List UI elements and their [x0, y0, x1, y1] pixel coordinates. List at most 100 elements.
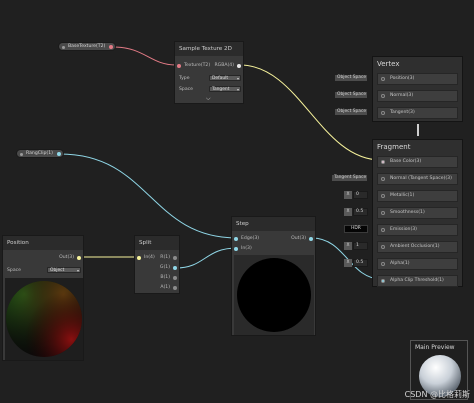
- fragment-title: Fragment: [377, 143, 411, 151]
- fragment-clip-row[interactable]: Alpha Clip Threshold(1): [377, 275, 458, 287]
- basecolor-port[interactable]: [381, 160, 385, 164]
- fragment-basecolor-row[interactable]: Base Color(3): [377, 156, 458, 168]
- smoothness-value[interactable]: 0.5: [353, 208, 368, 216]
- fragment-metallic-row[interactable]: Metallic(1): [377, 190, 458, 202]
- position-node[interactable]: Position Out(3) Space Object: [2, 235, 84, 361]
- split-b-port[interactable]: [173, 276, 177, 280]
- fragment-alpha-row[interactable]: Alpha(1): [377, 258, 458, 270]
- vertex-block[interactable]: Vertex Position(3) Normal(3) Tangent(3): [372, 56, 463, 122]
- wire-split-to-step: [175, 247, 238, 269]
- split-output-b: B(1): [160, 275, 170, 280]
- metallic-field[interactable]: X 0: [344, 191, 368, 199]
- clip-port[interactable]: [381, 279, 385, 283]
- split-input-label: In(4): [144, 255, 155, 260]
- clip-label: Alpha Clip Threshold(1): [390, 278, 444, 283]
- ao-port[interactable]: [381, 245, 385, 249]
- rgba-out-port[interactable]: [237, 64, 241, 68]
- ao-field[interactable]: X 1: [344, 242, 368, 250]
- sample-texture-title: Sample Texture 2D: [175, 42, 243, 56]
- base-texture-label: BaseTexture(T2): [68, 44, 106, 49]
- range-clip-out-port[interactable]: [57, 151, 61, 156]
- split-r-port[interactable]: [173, 256, 177, 260]
- metallic-value[interactable]: 0: [353, 191, 368, 199]
- smoothness-port[interactable]: [381, 211, 385, 215]
- smoothness-x-label: X: [344, 208, 352, 216]
- vertex-tangent-row[interactable]: Tangent(3): [377, 107, 458, 119]
- ao-x-label: X: [344, 242, 352, 250]
- step-edge-label: Edge(3): [241, 236, 260, 241]
- vertex-position-row[interactable]: Position(3): [377, 73, 458, 85]
- emission-hdr-swatch[interactable]: HDR: [344, 225, 368, 233]
- main-preview-title: Main Preview: [415, 344, 455, 351]
- vertex-tangent-space[interactable]: Object Space: [334, 108, 368, 116]
- wire-rangclip-to-edge: [59, 153, 238, 239]
- position-output-label: Out(3): [59, 255, 74, 260]
- split-output-a: A(1): [160, 285, 170, 290]
- vertex-position-port[interactable]: [381, 77, 385, 81]
- base-texture-out-port[interactable]: [109, 44, 113, 49]
- fragment-normal-row[interactable]: Normal (Tangent Space)(3): [377, 173, 458, 185]
- metallic-port[interactable]: [381, 194, 385, 198]
- step-title: Step: [232, 217, 315, 231]
- smoothness-field[interactable]: X 0.5: [344, 208, 368, 216]
- range-clip-property[interactable]: RangClip(1): [16, 149, 64, 158]
- step-node[interactable]: Step Edge(3) In(3) Out(3): [231, 216, 316, 336]
- split-node[interactable]: Split In(4) R(1) G(1) B(1) A(1): [134, 235, 180, 294]
- emission-field[interactable]: HDR: [344, 225, 368, 233]
- vertex-normal-space[interactable]: Object Space: [334, 91, 368, 99]
- position-preview: [5, 278, 83, 360]
- normal-label: Normal (Tangent Space)(3): [390, 176, 452, 181]
- base-texture-property[interactable]: BaseTexture(T2): [58, 42, 116, 51]
- step-in-port[interactable]: [234, 247, 238, 251]
- vertex-position-label: Position(3): [390, 76, 415, 81]
- smoothness-label: Smoothness(1): [390, 210, 425, 215]
- ao-label: Ambient Occlusion(1): [390, 244, 440, 249]
- expand-chevron-icon[interactable]: ⌵: [206, 95, 211, 103]
- split-a-port[interactable]: [173, 286, 177, 290]
- sample-texture-node[interactable]: Sample Texture 2D Texture(T2) RGBA(4) Ty…: [174, 41, 244, 104]
- texture-in-port[interactable]: [177, 64, 181, 68]
- metallic-x-label: X: [344, 191, 352, 199]
- fragment-ao-row[interactable]: Ambient Occlusion(1): [377, 241, 458, 253]
- emission-port[interactable]: [381, 228, 385, 232]
- property-lock-icon: [20, 152, 23, 156]
- position-title: Position: [3, 236, 83, 250]
- fragment-emission-row[interactable]: Emission(3): [377, 224, 458, 236]
- alpha-field[interactable]: X 0.5: [344, 259, 368, 267]
- position-space-label: Space: [7, 268, 21, 273]
- alpha-value[interactable]: 0.5: [353, 259, 368, 267]
- vertex-position-space[interactable]: Object Space: [334, 74, 368, 82]
- type-dropdown[interactable]: Default: [209, 75, 241, 82]
- watermark: CSDN @比格莉斯: [404, 390, 470, 399]
- split-title: Split: [135, 236, 179, 250]
- split-output-g: G(1): [159, 265, 170, 270]
- vertex-tangent-port[interactable]: [381, 111, 385, 115]
- emission-label: Emission(3): [390, 227, 417, 232]
- split-output-r: R(1): [160, 255, 170, 260]
- step-in-label: In(3): [241, 246, 252, 251]
- step-preview: [234, 255, 314, 335]
- normal-space-field[interactable]: Tangent Space: [331, 174, 368, 182]
- fragment-smoothness-row[interactable]: Smoothness(1): [377, 207, 458, 219]
- alpha-port[interactable]: [381, 262, 385, 266]
- step-out-port[interactable]: [309, 237, 313, 241]
- normal-port[interactable]: [381, 177, 385, 181]
- range-clip-label: RangClip(1): [26, 151, 53, 156]
- split-in-port[interactable]: [137, 256, 141, 260]
- ao-value[interactable]: 1: [353, 242, 368, 250]
- space-label: Space: [179, 87, 193, 92]
- split-g-port[interactable]: [173, 266, 177, 270]
- texture-input-label: Texture(T2): [184, 63, 211, 68]
- vertex-normal-row[interactable]: Normal(3): [377, 90, 458, 102]
- position-out-port[interactable]: [77, 256, 81, 260]
- space-dropdown[interactable]: Tangent: [209, 86, 241, 93]
- vertex-normal-label: Normal(3): [390, 93, 414, 98]
- fragment-block[interactable]: Fragment Base Color(3) Normal (Tangent S…: [372, 139, 463, 287]
- alpha-x-label: X: [344, 259, 352, 267]
- step-output-label: Out(3): [291, 236, 306, 241]
- step-edge-port[interactable]: [234, 237, 238, 241]
- property-lock-icon: [62, 45, 65, 49]
- vertex-normal-port[interactable]: [381, 94, 385, 98]
- alpha-label: Alpha(1): [390, 261, 410, 266]
- position-space-dropdown[interactable]: Object: [47, 267, 81, 274]
